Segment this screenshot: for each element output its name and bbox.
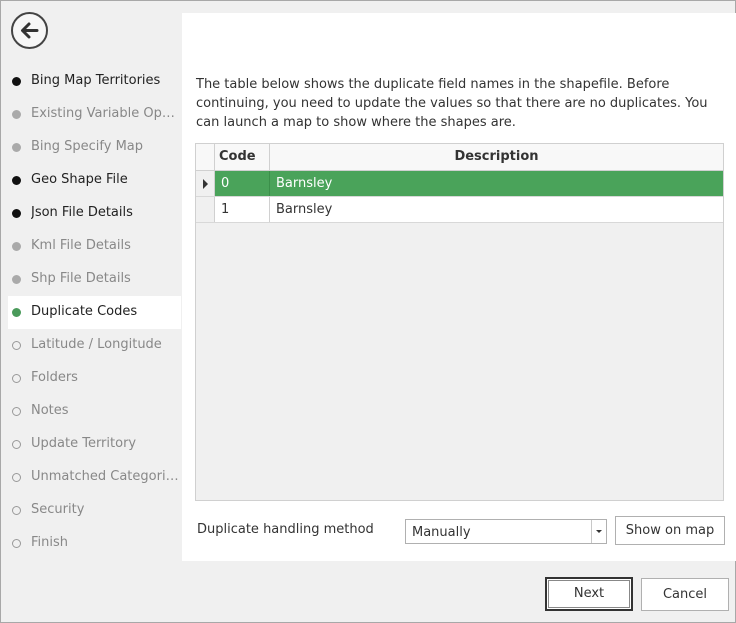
nav-step-label: Bing Map Territories <box>31 73 161 88</box>
nav-step-folders[interactable]: Folders <box>1 362 181 395</box>
wizard-steps-nav: Bing Map Territories Existing Variable Op… <box>1 65 181 560</box>
step-status-dot <box>12 506 21 515</box>
table-row[interactable]: 1 Barnsley <box>196 197 723 223</box>
nav-step-latitude-longitude[interactable]: Latitude / Longitude <box>1 329 181 362</box>
description-column-header[interactable]: Description <box>270 144 723 170</box>
nav-step-label: Notes <box>31 403 69 418</box>
nav-step-label: Folders <box>31 370 78 385</box>
nav-step-label: Latitude / Longitude <box>31 337 162 352</box>
nav-step-label: Json File Details <box>31 205 133 220</box>
nav-step-shp-file-details[interactable]: Shp File Details <box>1 263 181 296</box>
step-status-dot <box>12 440 21 449</box>
handling-method-label: Duplicate handling method <box>197 522 374 537</box>
description-cell[interactable]: Barnsley <box>270 171 723 196</box>
instructions-text: The table below shows the duplicate fiel… <box>196 77 708 130</box>
step-status-dot <box>12 110 21 119</box>
step-status-dot <box>12 374 21 383</box>
table-header: Code Description <box>196 144 723 171</box>
wizard-window: Bing Map Territories Existing Variable Op… <box>0 0 736 623</box>
nav-step-label: Unmatched Categories <box>31 469 179 484</box>
back-button[interactable] <box>11 12 48 49</box>
arrow-left-icon <box>21 22 39 39</box>
code-column-header[interactable]: Code <box>215 144 270 170</box>
step-status-dot <box>12 539 21 548</box>
step-status-dot <box>12 77 21 86</box>
nav-step-bing-map-territories[interactable]: Bing Map Territories <box>1 65 181 98</box>
step-status-dot <box>12 242 21 251</box>
nav-step-label: Security <box>31 502 85 517</box>
nav-step-json-file-details[interactable]: Json File Details <box>1 197 181 230</box>
cancel-button[interactable]: Cancel <box>641 578 729 611</box>
step-status-dot <box>12 308 21 317</box>
description-cell[interactable]: Barnsley <box>270 197 723 222</box>
nav-step-bing-specify-map[interactable]: Bing Specify Map <box>1 131 181 164</box>
dropdown-button[interactable] <box>591 520 606 543</box>
chevron-down-icon <box>596 530 602 533</box>
nav-step-label: Finish <box>31 535 69 550</box>
row-selector[interactable] <box>196 171 215 196</box>
nav-step-finish[interactable]: Finish <box>1 527 181 560</box>
step-status-dot <box>12 176 21 185</box>
nav-step-duplicate-codes[interactable]: Duplicate Codes <box>8 296 181 329</box>
step-status-dot <box>12 407 21 416</box>
nav-step-kml-file-details[interactable]: Kml File Details <box>1 230 181 263</box>
show-on-map-button[interactable]: Show on map <box>615 516 725 545</box>
nav-step-security[interactable]: Security <box>1 494 181 527</box>
step-status-dot <box>12 341 21 350</box>
nav-step-existing-variable-options[interactable]: Existing Variable Options <box>1 98 181 131</box>
table-row[interactable]: 0 Barnsley <box>196 171 723 197</box>
code-cell[interactable]: 1 <box>215 197 270 222</box>
row-selector[interactable] <box>196 197 215 222</box>
nav-step-unmatched-categories[interactable]: Unmatched Categories <box>1 461 181 494</box>
triangle-right-icon <box>203 179 208 189</box>
step-status-dot <box>12 143 21 152</box>
table-body: 0 Barnsley 1 Barnsley <box>196 171 723 223</box>
nav-step-update-territory[interactable]: Update Territory <box>1 428 181 461</box>
nav-step-geo-shape-file[interactable]: Geo Shape File <box>1 164 181 197</box>
nav-step-notes[interactable]: Notes <box>1 395 181 428</box>
content-panel: The table below shows the duplicate fiel… <box>182 13 736 561</box>
step-status-dot <box>12 473 21 482</box>
handling-method-value: Manually <box>412 525 471 540</box>
nav-step-label: Shp File Details <box>31 271 131 286</box>
nav-step-label: Duplicate Codes <box>31 304 138 319</box>
nav-step-label: Bing Specify Map <box>31 139 144 154</box>
handling-method-select[interactable]: Manually <box>405 519 607 544</box>
nav-step-label: Geo Shape File <box>31 172 128 187</box>
step-status-dot <box>12 275 21 284</box>
nav-step-label: Update Territory <box>31 436 137 451</box>
duplicates-table: Code Description 0 Barnsley 1 Barnsley <box>195 143 724 501</box>
code-cell[interactable]: 0 <box>215 171 270 196</box>
row-selector-header <box>196 144 215 170</box>
step-status-dot <box>12 209 21 218</box>
next-button[interactable]: Next <box>545 577 633 611</box>
nav-step-label: Existing Variable Options <box>31 106 179 121</box>
nav-step-label: Kml File Details <box>31 238 131 253</box>
